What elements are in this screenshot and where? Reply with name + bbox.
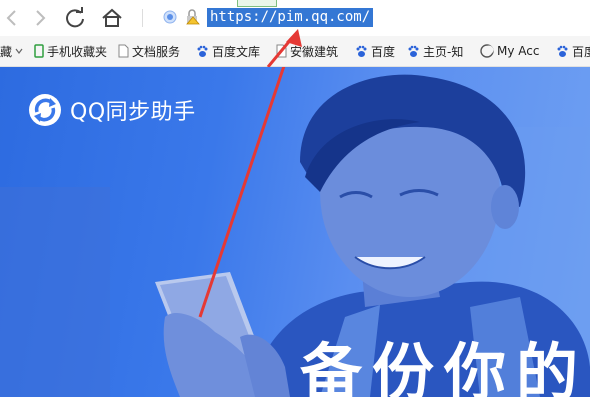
bookmark-label: 安徽建筑 [290,44,339,59]
baidu-paw-icon [557,45,568,57]
url-text[interactable]: https://pim.qq.com/ [207,8,374,27]
home-icon [102,8,122,27]
phone-icon [34,44,44,58]
bookmark-item[interactable]: 手机收藏夹 [34,43,107,59]
bookmark-item[interactable]: 主页-知 [407,43,463,59]
document-icon [118,44,129,58]
bookmark-label: 藏 [0,44,13,59]
bookmark-label: 百度 [371,44,396,59]
bookmark-label: 百度 [572,44,590,59]
document-icon [276,44,287,58]
reload-icon [66,7,84,28]
bookmark-label: 手机收藏夹 [47,44,108,59]
bookmark-item[interactable]: 安徽建筑 [276,43,338,59]
bookmarks-bar: 藏 手机收藏夹 文档服务 百度文库 安徽建筑 百度 主页-知 My Acc 百度 [0,36,590,67]
home-button[interactable] [100,6,124,30]
reload-button[interactable] [63,6,87,30]
browser-toolbar: https://pim.qq.com/ [0,0,590,36]
crescent-icon [480,44,494,58]
chevron-down-icon [15,48,23,54]
hero-banner: QQ同步助手 备份你的 [0,67,590,397]
bookmark-item[interactable]: 百度文库 [196,43,260,59]
bookmark-item[interactable]: 文档服务 [118,43,180,59]
lock-warning-icon[interactable] [184,9,200,25]
site-info-icon[interactable] [163,10,177,24]
back-button[interactable] [0,6,24,30]
bookmark-item[interactable]: 藏 [0,43,26,59]
bookmark-item[interactable]: My Acc [480,43,539,59]
logo-text: QQ同步助手 [70,100,196,125]
bookmark-label: My Acc [497,44,540,58]
bookmark-item[interactable]: 百度 [355,43,395,59]
baidu-paw-icon [356,45,367,57]
chevron-right-icon [36,10,46,26]
qq-sync-logo[interactable]: QQ同步助手 [28,93,196,127]
baidu-paw-icon [197,45,208,57]
sync-arrows-icon [29,94,61,126]
bookmark-label: 百度文库 [212,44,261,59]
toolbar-divider [142,9,143,27]
baidu-paw-icon [408,45,419,57]
bookmark-label: 文档服务 [132,44,181,59]
chevron-left-icon [6,10,16,26]
bookmark-label: 主页-知 [423,44,464,59]
bookmark-item[interactable]: 百度 [556,43,590,59]
forward-button[interactable] [28,6,52,30]
hero-headline: 备份你的 [300,336,589,397]
url-highlight-tab [237,0,277,7]
